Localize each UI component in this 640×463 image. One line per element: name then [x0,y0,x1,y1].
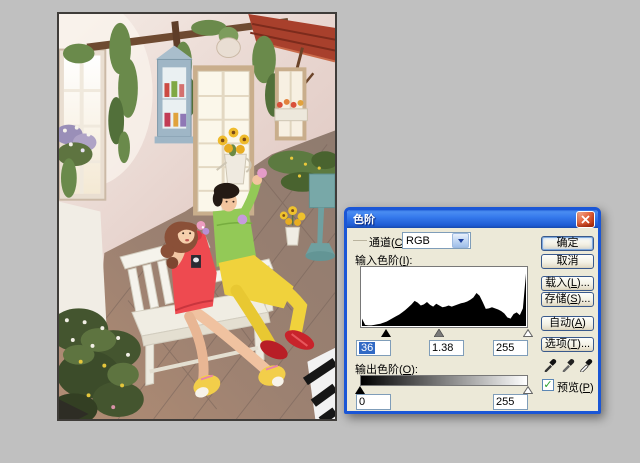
output-black-slider[interactable] [355,386,365,394]
lower-wall [59,202,106,323]
divider [353,240,367,241]
photo-canvas[interactable] [57,12,337,421]
input-gamma-slider[interactable] [434,329,444,337]
right-window [275,67,308,140]
output-gradient-bar [360,375,528,386]
output-highlight-field[interactable]: 255 [493,394,528,410]
levels-dialog: 色阶 通道(C): RGB 输入色阶(I): [344,207,601,414]
preview-label: 预览(P) [557,379,594,395]
input-highlight-field[interactable]: 255 [493,340,528,356]
input-slider-track [360,329,528,339]
output-shadow-field[interactable]: 0 [356,394,391,410]
black-point-eyedropper-icon[interactable] [543,357,558,372]
input-gamma-field[interactable]: 1.38 [429,340,464,356]
dialog-titlebar[interactable]: 色阶 [347,210,598,228]
close-button[interactable] [576,211,595,228]
input-shadow-field[interactable]: 36 [356,340,391,356]
close-icon [581,215,590,224]
histogram [360,266,528,328]
gray-point-eyedropper-icon[interactable] [561,357,576,372]
dialog-body: 通道(C): RGB 输入色阶(I): 36 1.38 255 输出色阶 [347,228,598,411]
options-button[interactable]: 选项(T)... [541,337,594,352]
photoshop-workspace: 色阶 通道(C): RGB 输入色阶(I): [0,0,640,463]
save-button[interactable]: 存储(S)... [541,292,594,307]
chevron-down-icon[interactable] [452,233,469,248]
wall-plaque [217,38,241,58]
input-black-slider[interactable] [381,329,391,337]
channel-value: RGB [403,235,452,247]
white-point-eyedropper-icon[interactable] [579,357,594,372]
cancel-button[interactable]: 取消 [541,254,594,269]
load-button[interactable]: 载入(L)... [541,276,594,291]
auto-button[interactable]: 自动(A) [541,316,594,331]
input-white-slider[interactable] [523,329,533,337]
channel-select[interactable]: RGB [402,232,471,249]
output-white-slider[interactable] [523,386,533,394]
blue-shelf [155,46,194,144]
ok-button[interactable]: 确定 [541,236,594,251]
photo-illustration [59,14,335,419]
dialog-title: 色阶 [353,211,375,227]
preview-checkbox-box[interactable] [542,379,554,391]
